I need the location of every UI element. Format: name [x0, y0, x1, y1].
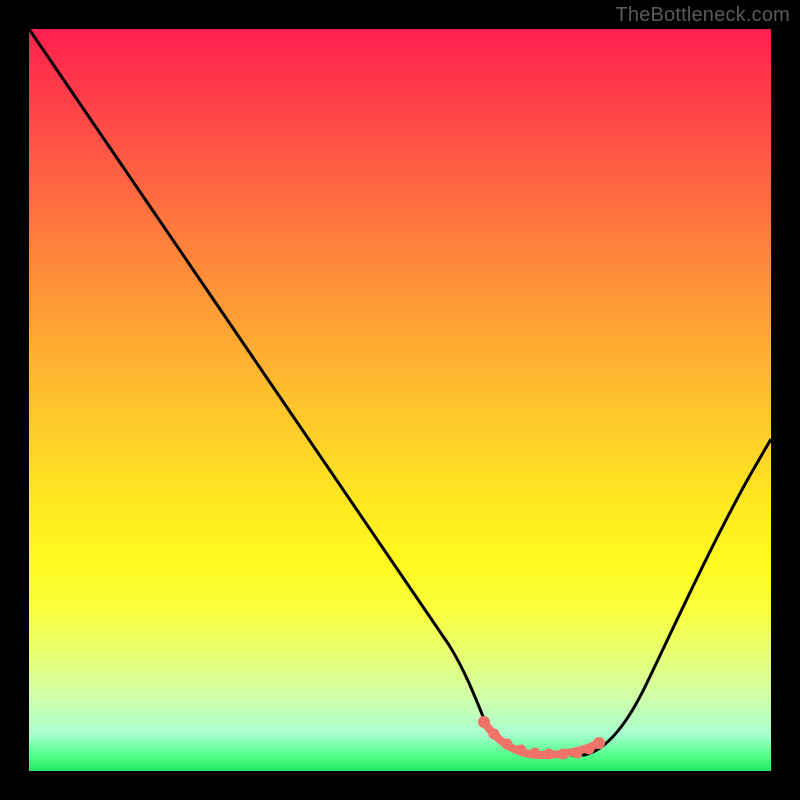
attribution-text: TheBottleneck.com — [615, 4, 790, 27]
plot-area — [29, 29, 771, 771]
chart-canvas: TheBottleneck.com — [0, 0, 800, 800]
bottleneck-curve — [29, 29, 771, 771]
flat-region-markers — [478, 716, 605, 760]
curve-path — [29, 29, 771, 755]
